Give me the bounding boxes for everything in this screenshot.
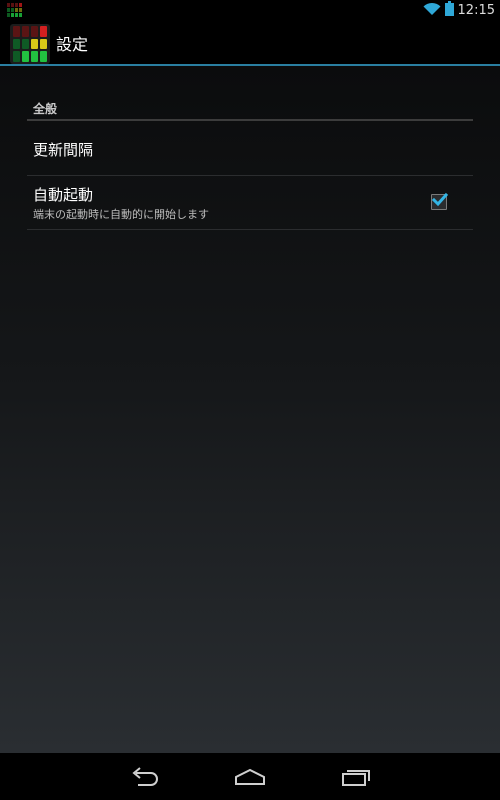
preferences-list: 全般 更新間隔 自動起動 端末の起動時に自動的に開始します xyxy=(0,66,500,753)
app-notification-icon xyxy=(7,3,22,17)
status-time: 12:15 xyxy=(457,2,495,18)
home-icon[interactable] xyxy=(234,765,266,789)
auto-start-checkbox[interactable] xyxy=(431,192,449,210)
pref-auto-start-title: 自動起動 xyxy=(33,186,94,204)
navigation-bar xyxy=(0,753,500,800)
page-title: 設定 xyxy=(56,35,89,54)
status-bar: 12:15 xyxy=(0,0,500,20)
action-bar: 設定 xyxy=(0,20,500,66)
wifi-icon xyxy=(423,1,441,20)
pref-update-interval-title: 更新間隔 xyxy=(33,141,94,159)
back-icon[interactable] xyxy=(128,765,160,789)
pref-divider xyxy=(27,229,473,230)
app-level-meter-icon[interactable] xyxy=(10,24,50,64)
pref-update-interval[interactable]: 更新間隔 xyxy=(27,122,473,174)
recent-apps-icon[interactable] xyxy=(340,765,372,789)
pref-auto-start-summary: 端末の起動時に自動的に開始します xyxy=(33,208,209,221)
preference-category-general: 全般 xyxy=(33,102,58,116)
battery-icon xyxy=(444,0,454,20)
pref-auto-start[interactable]: 自動起動 端末の起動時に自動的に開始します xyxy=(27,176,473,229)
checkmark-icon xyxy=(431,192,449,207)
category-divider xyxy=(27,119,473,121)
